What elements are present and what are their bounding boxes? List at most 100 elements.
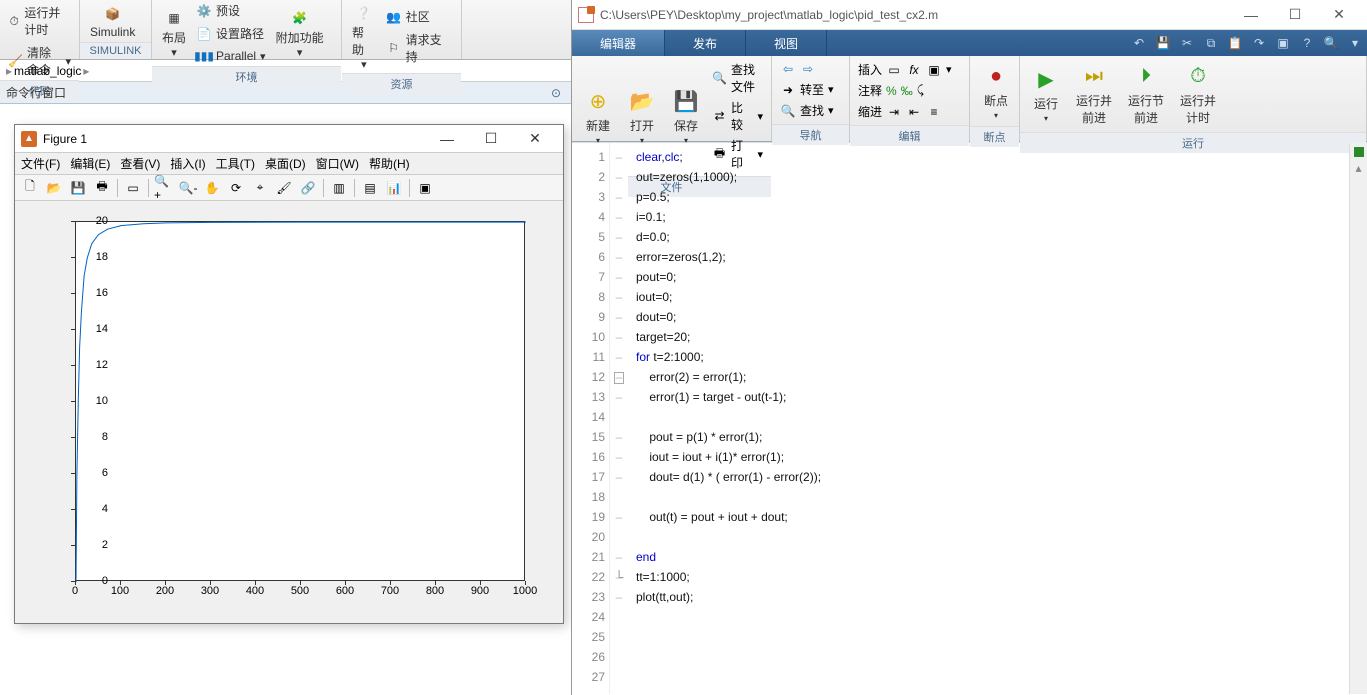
tab-view[interactable]: 视图 [746,30,827,56]
prefs-button[interactable]: ⚙️预设 [194,0,268,21]
label: 预设 [216,2,240,19]
maximize-button[interactable]: ☐ [1273,1,1317,29]
code-editor[interactable]: 1234567891011121314151617181920212223242… [572,142,1367,694]
group-label-simulink: SIMULINK [80,42,151,59]
run-advance-button[interactable]: ⏭运行并 前进 [1070,60,1118,128]
menu-tools[interactable]: 工具(T) [216,155,255,172]
code-text[interactable]: clear,clc;out=zeros(1,1000);p=0.5;i=0.1;… [628,143,1349,694]
new-figure-icon[interactable]: 🗋 [19,177,41,199]
datatip-icon[interactable]: ⌖ [249,177,271,199]
new-button[interactable]: ⊕新建▾ [578,85,618,147]
quick-menu-icon[interactable]: ▾ [1343,30,1367,56]
quick-copy-icon[interactable]: ⧉ [1199,30,1223,56]
code-minimap-scrollbar[interactable]: ▴ [1349,143,1367,694]
support-button[interactable]: ⚐请求支持 [384,29,455,67]
quick-paste-icon[interactable]: 📋 [1223,30,1247,56]
menu-desktop[interactable]: 桌面(D) [265,155,306,172]
figure-title: Figure 1 [43,132,425,146]
goto-button[interactable]: ➜转至 ▾ [778,80,836,99]
save-icon[interactable]: 💾 [67,177,89,199]
quick-help-icon[interactable]: ? [1295,30,1319,56]
x-tick-label: 200 [150,585,180,597]
label: 运行并计时 [24,4,71,38]
path-segment[interactable]: matlab_logic [14,64,81,78]
minimize-button[interactable]: — [1229,1,1273,29]
quick-cut-icon[interactable]: ✂ [1175,30,1199,56]
tab-editor[interactable]: 编辑器 [572,30,665,56]
y-tick-label: 14 [80,323,108,335]
rotate-icon[interactable]: ⟳ [225,177,247,199]
link-icon[interactable]: 🔗 [297,177,319,199]
y-tick-label: 10 [80,395,108,407]
run-section-button[interactable]: ⏵运行节 前进 [1122,60,1170,128]
editor-window: C:\Users\PEY\Desktop\my_project\matlab_l… [572,0,1367,695]
dock-icon[interactable]: ▣ [414,177,436,199]
parallel-button[interactable]: ▮▮▮Parallel ▾ [194,46,268,66]
figure-titlebar[interactable]: ▲ Figure 1 — ☐ ✕ [15,125,563,153]
x-tick-label: 700 [375,585,405,597]
layout-button[interactable]: ▦布局 ▾ [158,5,190,61]
findfiles-button[interactable]: 🔍查找文件 [710,60,765,96]
pointer-icon[interactable]: ▭ [122,177,144,199]
run-time-button[interactable]: ⏱运行并 计时 [1174,60,1222,128]
menu-window[interactable]: 窗口(W) [316,155,359,172]
matlab-figure-icon: ▲ [21,131,37,147]
menu-view[interactable]: 查看(V) [120,155,160,172]
matlab-ribbon: ⏱运行并计时 🧹清除命令 ▾ 代码 📦Simulink SIMULINK ▦布局… [0,0,571,60]
tab-publish[interactable]: 发布 [665,30,746,56]
find-button[interactable]: 🔍查找 ▾ [778,101,836,120]
menu-help[interactable]: 帮助(H) [369,155,410,172]
save-button[interactable]: 💾保存▾ [666,85,706,147]
fold-column[interactable]: ––––––––––– −––––––– └–– [610,143,628,694]
figure-menubar: 文件(F) 编辑(E) 查看(V) 插入(I) 工具(T) 桌面(D) 窗口(W… [15,153,563,175]
breakpoint-button[interactable]: ●断点▾ [976,60,1016,122]
close-button[interactable]: ✕ [1317,1,1361,29]
print-icon[interactable]: 🖶 [91,177,113,199]
quick-save-icon[interactable]: 💾 [1151,30,1175,56]
addons-button[interactable]: 🧩附加功能 ▾ [272,5,328,61]
x-tick-label: 400 [240,585,270,597]
quick-search-icon[interactable]: 🔍 [1319,30,1343,56]
pan-icon[interactable]: ✋ [201,177,223,199]
legend-icon[interactable]: ▤ [359,177,381,199]
setpath-button[interactable]: 📄设置路径 [194,23,268,44]
editor-titlebar[interactable]: C:\Users\PEY\Desktop\my_project\matlab_l… [572,0,1367,30]
figure-window: ▲ Figure 1 — ☐ ✕ 文件(F) 编辑(E) 查看(V) 插入(I)… [14,124,564,624]
x-tick-label: 600 [330,585,360,597]
help-button[interactable]: ❔帮助 ▾ [348,0,380,73]
simulink-button[interactable]: 📦Simulink [86,1,139,41]
axes[interactable] [75,221,525,581]
scroll-up-icon[interactable]: ▴ [1350,161,1367,175]
menu-insert[interactable]: 插入(I) [170,155,205,172]
minimize-button[interactable]: — [425,125,469,153]
x-tick-label: 300 [195,585,225,597]
comment-button[interactable]: 注释 % ‰ ⤹ [856,81,954,100]
run-button[interactable]: ▶运行▾ [1026,63,1066,125]
nav-back-button[interactable]: ⇦⇨ [778,60,836,78]
indent-button[interactable]: 缩进 ⇥ ⇤ ≡ [856,102,954,121]
close-button[interactable]: ✕ [513,125,557,153]
plotedit-icon[interactable]: 📊 [383,177,405,199]
path-chevron-icon: ▸ [83,64,89,78]
zoom-out-icon[interactable]: 🔍- [177,177,199,199]
compare-button[interactable]: ⇄比较 ▾ [710,98,765,134]
menu-edit[interactable]: 编辑(E) [70,155,110,172]
insert-button[interactable]: 插入 ▭ fx ▣ ▾ [856,60,954,79]
x-tick-label: 0 [60,585,90,597]
menu-file[interactable]: 文件(F) [21,155,60,172]
dropdown-icon[interactable]: ⊙ [547,86,565,100]
y-tick-label: 8 [80,431,108,443]
figure-canvas[interactable]: 02468101214161820 0100200300400500600700… [15,201,563,621]
open-button[interactable]: 📂打开▾ [622,85,662,147]
run-and-time-button[interactable]: ⏱运行并计时 [6,2,73,40]
quick-dock-icon[interactable]: ▣ [1271,30,1295,56]
community-button[interactable]: 👥社区 [384,6,455,27]
colorbar-icon[interactable]: ▥ [328,177,350,199]
quick-redo-icon[interactable]: ↷ [1247,30,1271,56]
x-tick-label: 100 [105,585,135,597]
maximize-button[interactable]: ☐ [469,125,513,153]
zoom-in-icon[interactable]: 🔍+ [153,177,175,199]
quick-undo-icon[interactable]: ↶ [1127,30,1151,56]
brush-icon[interactable]: 🖌 [273,177,295,199]
open-icon[interactable]: 📂 [43,177,65,199]
